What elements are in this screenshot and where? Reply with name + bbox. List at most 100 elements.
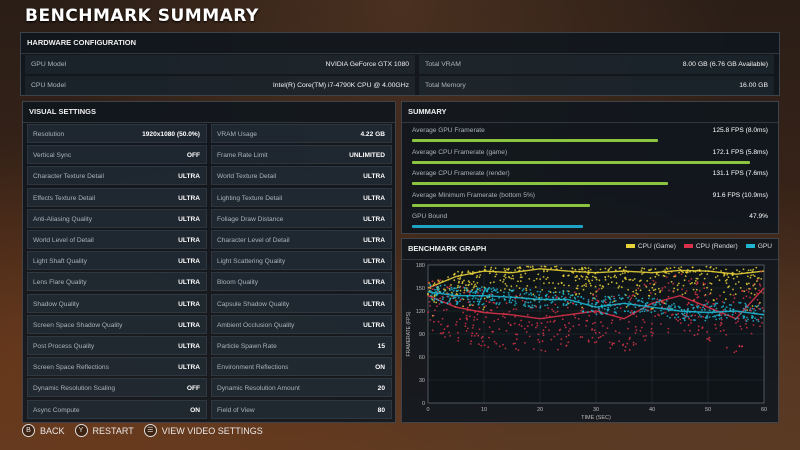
setting-row[interactable]: Anti-Aliasing Quality ULTRA	[27, 208, 207, 228]
data-point	[440, 300, 442, 303]
setting-row[interactable]: VRAM Usage 4.22 GB	[211, 124, 392, 143]
setting-row[interactable]: Character Texture Detail ULTRA	[27, 166, 207, 186]
setting-label: Character Level of Detail	[217, 237, 290, 244]
setting-row[interactable]: Ambient Occlusion Quality ULTRA	[211, 314, 392, 334]
data-point	[587, 299, 590, 301]
setting-row[interactable]: Frame Rate Limit UNLIMITED	[211, 145, 392, 165]
data-point	[514, 342, 516, 345]
data-point	[596, 299, 599, 302]
data-point	[591, 279, 594, 282]
footer-back-button[interactable]: B BACK	[22, 424, 65, 437]
data-point	[496, 288, 498, 291]
data-point	[592, 322, 594, 325]
setting-label: Dynamic Resolution Scaling	[33, 385, 116, 393]
setting-row[interactable]: Screen Space Reflections ULTRA	[27, 357, 207, 377]
data-point	[459, 293, 462, 295]
setting-row[interactable]: Particle Spawn Rate 15	[211, 336, 392, 355]
data-point	[724, 308, 726, 311]
data-point	[437, 299, 440, 302]
data-point	[467, 298, 469, 301]
data-point	[594, 285, 597, 288]
footer-restart-button[interactable]: Y RESTART	[74, 424, 134, 437]
setting-row[interactable]: World Texture Detail ULTRA	[211, 166, 392, 186]
data-point	[685, 290, 688, 292]
data-point	[665, 276, 668, 278]
setting-row[interactable]: Dynamic Resolution Amount 20	[211, 378, 392, 398]
setting-row[interactable]: Foliage Draw Distance ULTRA	[211, 208, 392, 228]
data-point	[474, 297, 477, 300]
setting-label: Anti-Aliasing Quality	[33, 215, 93, 223]
data-point	[503, 267, 506, 270]
setting-row[interactable]: Dynamic Resolution Scaling OFF	[27, 378, 207, 398]
data-point	[531, 306, 534, 309]
data-point	[694, 291, 697, 293]
data-point	[436, 305, 438, 308]
setting-row[interactable]: World Level of Detail ULTRA	[27, 230, 207, 249]
setting-row[interactable]: Resolution 1920x1080 (50.0%)	[27, 124, 207, 143]
data-point	[474, 283, 476, 286]
data-point	[611, 319, 614, 322]
data-point	[465, 287, 468, 289]
setting-value: ULTRA	[178, 258, 200, 266]
data-point	[632, 344, 635, 346]
data-point	[758, 303, 760, 305]
data-point	[585, 285, 588, 287]
setting-row[interactable]: Light Scattering Quality ULTRA	[211, 251, 392, 271]
setting-row[interactable]: Post Process Quality ULTRA	[27, 336, 207, 355]
data-point	[481, 340, 484, 343]
data-point	[592, 294, 595, 296]
footer-view-video-settings-button[interactable]: ☰ VIEW VIDEO SETTINGS	[143, 424, 263, 437]
data-point	[650, 311, 653, 314]
data-point	[467, 271, 469, 274]
x-tick-label: 20	[537, 407, 543, 413]
setting-row[interactable]: Shadow Quality ULTRA	[27, 293, 207, 313]
setting-row[interactable]: Capsule Shadow Quality ULTRA	[211, 293, 392, 313]
setting-row[interactable]: Field of View 80	[211, 399, 392, 419]
data-point	[610, 266, 612, 269]
setting-row[interactable]: Async Compute ON	[27, 399, 207, 419]
data-point	[525, 291, 528, 294]
data-point	[472, 280, 475, 283]
setting-row[interactable]: Vertical Sync OFF	[27, 145, 207, 165]
setting-row[interactable]: Effects Texture Detail ULTRA	[27, 187, 207, 207]
data-point	[557, 297, 560, 299]
data-point	[628, 295, 631, 297]
data-point	[505, 302, 508, 305]
data-point	[633, 295, 636, 297]
data-point	[718, 318, 721, 320]
setting-row[interactable]: Lighting Texture Detail ULTRA	[211, 187, 392, 207]
data-point	[431, 280, 434, 283]
legend-label: CPU (Render)	[695, 243, 738, 250]
cpu-model-label: CPU Model	[31, 82, 66, 89]
data-point	[703, 294, 706, 297]
setting-row[interactable]: Character Level of Detail ULTRA	[211, 230, 392, 249]
data-point	[702, 315, 705, 318]
data-point	[630, 310, 633, 312]
data-point	[595, 301, 598, 304]
setting-row[interactable]: Environment Reflections ON	[211, 357, 392, 377]
data-point	[509, 289, 512, 292]
data-point	[576, 284, 579, 287]
data-point	[665, 272, 668, 274]
data-point	[505, 329, 508, 332]
setting-row[interactable]: Lens Flare Quality ULTRA	[27, 272, 207, 292]
cpu-model-row: CPU Model Intel(R) Core(TM) i7-4790K CPU…	[25, 76, 415, 95]
data-point	[519, 280, 522, 283]
data-point	[650, 331, 653, 333]
data-point	[653, 310, 656, 312]
data-point	[476, 313, 479, 316]
data-point	[607, 269, 610, 271]
data-point	[604, 301, 607, 304]
setting-value: ULTRA	[363, 237, 385, 244]
setting-row[interactable]: Light Shaft Quality ULTRA	[27, 251, 207, 271]
data-point	[544, 304, 546, 307]
data-point	[515, 295, 517, 297]
summary-value: 47.9%	[749, 213, 768, 220]
setting-row[interactable]: Bloom Quality ULTRA	[211, 272, 392, 292]
setting-label: Bloom Quality	[217, 279, 259, 287]
legend-item: GPU	[745, 243, 772, 250]
data-point	[706, 314, 709, 317]
setting-row[interactable]: Screen Space Shadow Quality ULTRA	[27, 314, 207, 334]
visual-settings-panel: VISUAL SETTINGS Resolution 1920x1080 (50.…	[22, 101, 396, 423]
data-point	[453, 273, 455, 276]
